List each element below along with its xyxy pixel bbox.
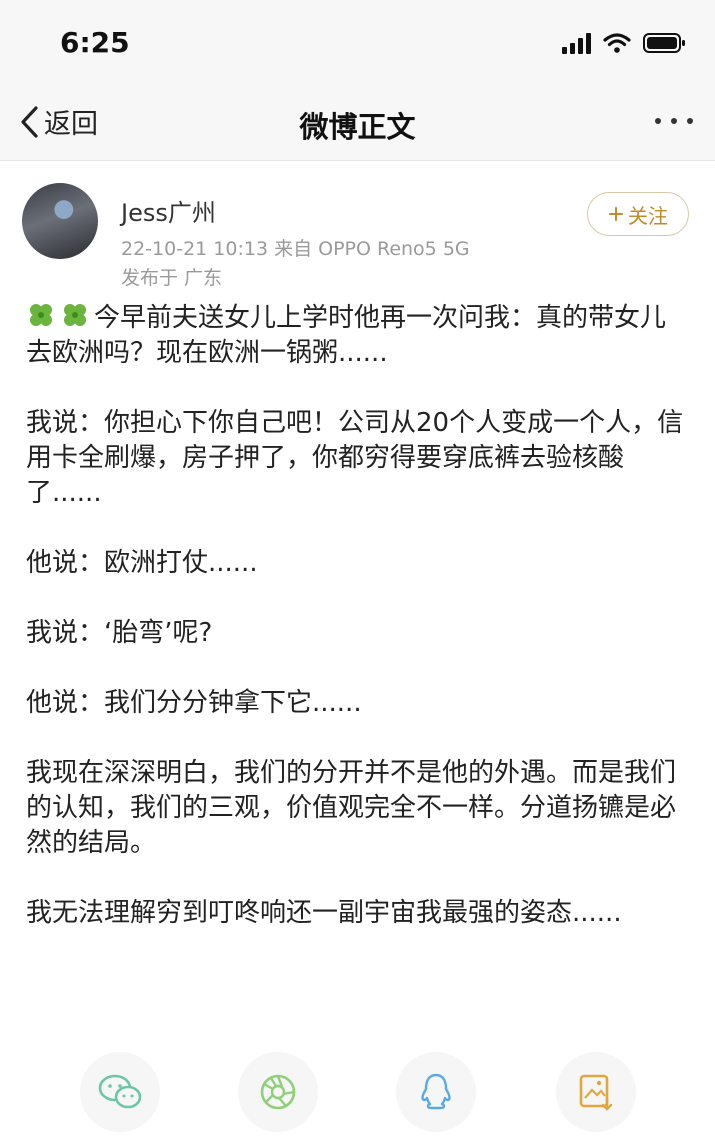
qq-icon (421, 1073, 451, 1110)
post-paragraph-text: 今早前夫送女儿上学时他再一次问我：真的带女儿去欧洲吗？现在欧洲一锅粥...... (26, 303, 667, 368)
post-paragraph: 他说：欧洲打仗...... (26, 548, 258, 578)
status-icons (562, 32, 687, 54)
plus-icon (609, 207, 623, 221)
follow-button[interactable]: 关注 (587, 192, 689, 236)
moments-icon (260, 1074, 296, 1110)
post-paragraph: 我说：你担心下你自己吧！公司从20个人变成一个人，信用卡全刷爆，房子押了，你都穷… (26, 408, 684, 508)
wifi-icon (603, 33, 631, 53)
more-button[interactable] (655, 106, 693, 124)
author-header: Jess广州 22-10-21 10:13 来自 OPPO Reno5 5G 发… (0, 160, 715, 290)
post-paragraph: 我现在深深明白，我们的分开并不是他的外遇。而是我们的认知，我们的三观，价值观完全… (26, 758, 677, 858)
battery-icon (643, 33, 685, 53)
author-name[interactable]: Jess广州 (121, 193, 216, 228)
dot-icon (671, 118, 677, 124)
status-time: 6:25 (60, 26, 130, 59)
avatar[interactable] (22, 183, 98, 259)
page-title: 微博正文 (299, 110, 416, 144)
dot-icon (687, 118, 693, 124)
wechat-icon (98, 1074, 142, 1109)
post-paragraph: 他说：我们分分钟拿下它...... (26, 688, 362, 718)
share-moments-button[interactable] (238, 1052, 318, 1132)
clover-icon (30, 304, 52, 326)
post-location: 发布于 广东 (121, 267, 223, 289)
dot-icon (655, 118, 661, 124)
share-wechat-button[interactable] (80, 1052, 160, 1132)
cellular-signal-icon (562, 32, 591, 54)
post-paragraph: 我无法理解穷到叮咚响还一副宇宙我最强的姿态...... (26, 898, 622, 928)
clover-icon (64, 304, 86, 326)
post-paragraph: 今早前夫送女儿上学时他再一次问我：真的带女儿去欧洲吗？现在欧洲一锅粥...... (26, 300, 686, 371)
post-body: 今早前夫送女儿上学时他再一次问我：真的带女儿去欧洲吗？现在欧洲一锅粥......… (26, 300, 686, 966)
post-paragraph: 我说：‘胎弯’呢? (26, 618, 213, 648)
save-image-icon (579, 1074, 613, 1111)
share-qq-button[interactable] (396, 1052, 476, 1132)
nav-bar: 返回 微博正文 (0, 86, 715, 161)
follow-label: 关注 (628, 203, 668, 228)
share-bar (0, 1040, 715, 1144)
post-meta: 22-10-21 10:13 来自 OPPO Reno5 5G (121, 238, 470, 260)
share-save-image-button[interactable] (556, 1052, 636, 1132)
status-bar: 6:25 (0, 0, 715, 86)
